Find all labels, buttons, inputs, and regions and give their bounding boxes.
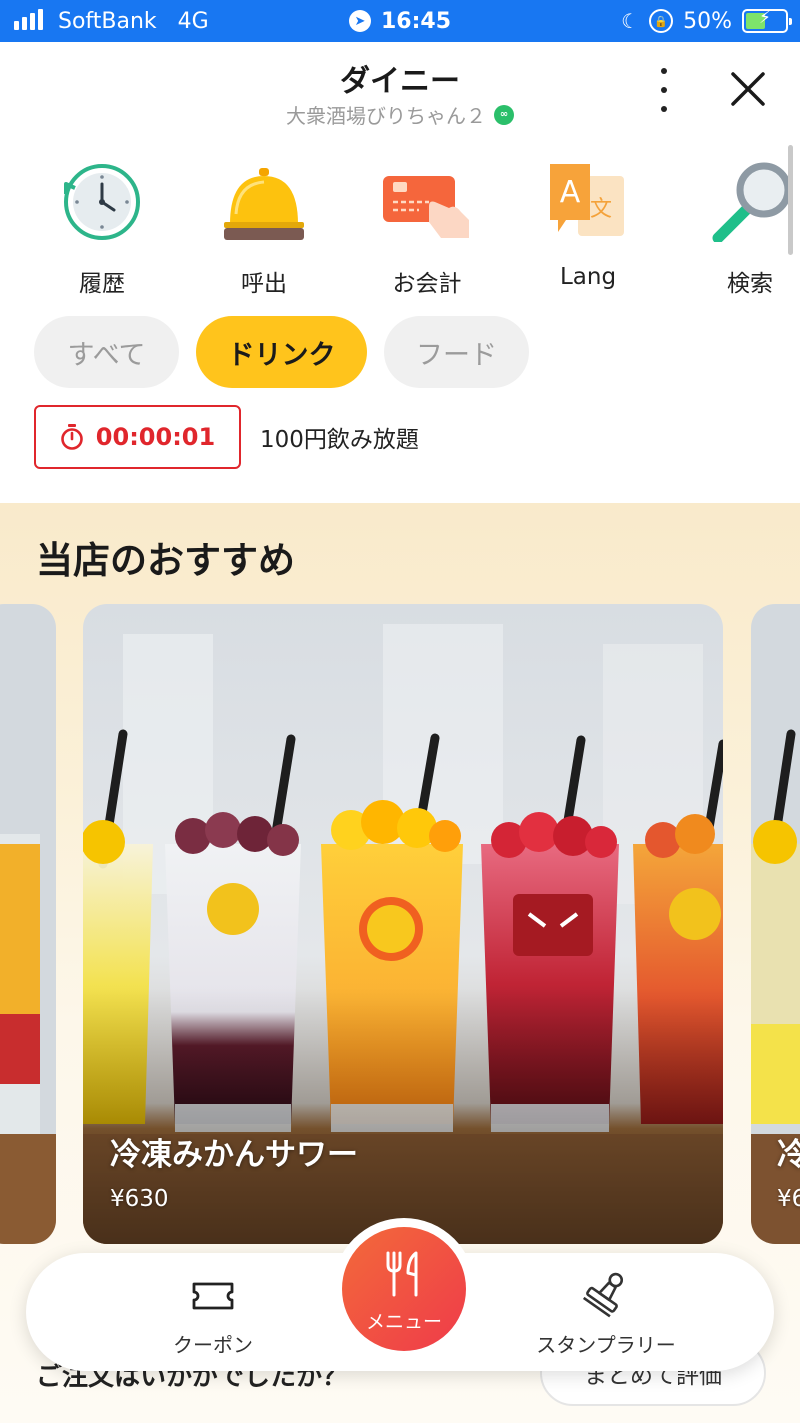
- language-label: Lang: [559, 264, 617, 290]
- status-right: ☾ 🔒 50% ⚡: [621, 0, 792, 42]
- battery-icon: ⚡: [742, 8, 792, 33]
- history-label: 履歴: [79, 271, 125, 297]
- section-title: 当店のおすすめ: [36, 539, 295, 582]
- quick-actions: 履歴 呼出 お会計 文 A Lang 検索: [0, 150, 800, 300]
- ticket-icon: [192, 1282, 234, 1310]
- carrier-name: SoftBank: [58, 8, 157, 34]
- recommendation-card[interactable]: 冷凍みかんサワー ¥630: [83, 604, 723, 1244]
- moon-icon: ☾: [621, 9, 640, 33]
- rotation-lock-icon: 🔒: [649, 9, 674, 33]
- search-label: 検索: [727, 271, 773, 297]
- item-price-peek: ¥6: [777, 1186, 800, 1212]
- signal-icon: [14, 0, 43, 42]
- item-name-peek: 冷: [777, 1137, 800, 1173]
- call-bell-icon: [224, 168, 304, 240]
- timer-value: 00:00:01: [95, 423, 216, 451]
- close-button[interactable]: [724, 68, 772, 112]
- menu-button[interactable]: メニュー: [342, 1227, 466, 1351]
- verified-badge-icon: ∞: [494, 104, 514, 125]
- checkout-button[interactable]: お会計: [357, 150, 497, 300]
- stopwatch-icon: [60, 424, 83, 450]
- menu-label: メニュー: [365, 1311, 442, 1333]
- quick-actions-scrollbar[interactable]: [788, 145, 793, 255]
- language-icon: 文 A: [550, 164, 624, 236]
- search-icon: [712, 162, 790, 242]
- drink-photo: [0, 604, 56, 1244]
- item-name: 冷凍みかんサワー: [110, 1137, 358, 1173]
- stamp-icon: [582, 1272, 624, 1318]
- recommendation-card-prev[interactable]: [0, 604, 56, 1244]
- tab-drink[interactable]: ドリンク: [196, 316, 367, 388]
- history-clock-icon: [64, 164, 140, 240]
- recommendation-card-next[interactable]: 冷 ¥6: [751, 604, 800, 1244]
- payment-card-icon: [383, 176, 469, 238]
- history-button[interactable]: 履歴: [32, 150, 172, 300]
- search-button[interactable]: 検索: [680, 150, 800, 300]
- store-name-text: 大衆酒場びりちゃん２: [286, 104, 486, 128]
- store-name: 大衆酒場びりちゃん２ ∞: [0, 100, 800, 129]
- nav-stamp-rally[interactable]: スタンプラリー: [506, 1253, 706, 1371]
- svg-text:文: 文: [590, 197, 612, 222]
- call-label: 呼出: [241, 271, 287, 297]
- time-text: 16:45: [380, 8, 452, 34]
- nav-coupon[interactable]: クーポン: [146, 1253, 280, 1371]
- carrier-info: SoftBank 4G: [58, 0, 209, 42]
- item-price: ¥630: [110, 1186, 169, 1212]
- nav-menu[interactable]: メニュー: [333, 1218, 475, 1360]
- battery-percent: 50%: [683, 8, 732, 34]
- more-dot: [661, 68, 667, 74]
- app-header: ダイニー 大衆酒場びりちゃん２ ∞: [0, 42, 800, 134]
- status-bar: SoftBank 4G ➤ 16:45 ☾ 🔒 50% ⚡: [0, 0, 800, 42]
- coupon-label: クーポン: [173, 1333, 253, 1357]
- more-options-button[interactable]: [648, 68, 680, 112]
- all-you-can-drink-timer: 00:00:01: [34, 405, 241, 469]
- page-title: ダイニー: [340, 64, 460, 99]
- location-arrow-icon: ➤: [348, 10, 371, 32]
- network-type: 4G: [177, 8, 209, 34]
- checkout-label: お会計: [392, 271, 462, 297]
- close-icon: [731, 72, 765, 106]
- language-button[interactable]: 文 A Lang: [518, 150, 658, 300]
- stamp-label: スタンプラリー: [536, 1333, 676, 1357]
- more-dot: [661, 106, 667, 112]
- plan-name: 100円飲み放題: [260, 427, 419, 453]
- tab-all[interactable]: すべて: [34, 316, 179, 388]
- more-dot: [661, 87, 667, 93]
- call-staff-button[interactable]: 呼出: [194, 150, 334, 300]
- fork-knife-icon: [386, 1251, 418, 1297]
- tab-food[interactable]: フード: [384, 316, 529, 388]
- svg-text:A: A: [560, 175, 581, 210]
